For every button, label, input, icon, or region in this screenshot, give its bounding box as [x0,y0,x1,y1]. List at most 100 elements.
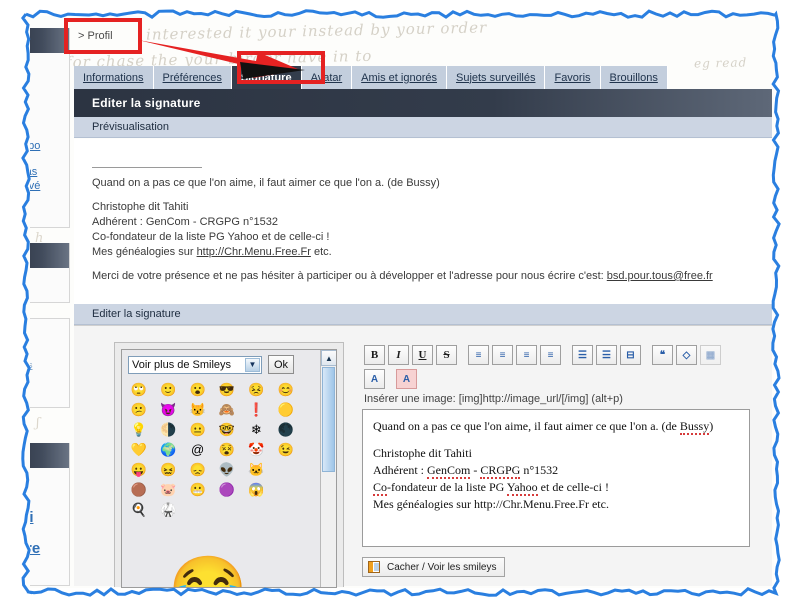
chevron-up-icon[interactable]: ▲ [321,350,337,366]
smiley-32[interactable]: 😬 [189,481,207,499]
smiley-36[interactable]: 🍳 [130,501,148,519]
align-justify-button[interactable]: ≡ [540,345,561,365]
smiley-1[interactable]: 🙂 [159,381,177,399]
panel-toggle-icon [368,561,380,573]
sidebar-link-9[interactable]: te [30,527,69,539]
smiley-28[interactable]: 🐱 [247,461,265,479]
smiley-11[interactable]: 🟡 [277,401,295,419]
smiley-33[interactable]: 🟣 [218,481,236,499]
smiley-select[interactable]: Voir plus de Smileys ▼ [128,356,262,374]
sidebar-link-4[interactable]: Hervé [30,179,69,193]
breadcrumb-label[interactable]: Profil [88,30,113,42]
preview-line-6: Merci de votre présence et ne pas hésite… [92,269,754,284]
table-button[interactable]: ▦ [700,345,721,365]
tab-favoris[interactable]: Favoris [545,66,600,89]
sidebar-link-c[interactable]: c [30,280,69,292]
preview-genealogy-link[interactable]: http://Chr.Menu.Free.Fr [197,246,311,258]
smiley-21[interactable]: 😵 [218,441,236,459]
sidebar-link-7[interactable]: ce [30,496,69,508]
preview-line-6-prefix: Merci de votre présence et ne pas hésite… [92,270,607,282]
smiley-select-value: Voir plus de Smileys [132,359,231,371]
numbered-list-button[interactable]: ☰ [596,345,617,365]
smiley-26[interactable]: 😞 [189,461,207,479]
sidebar-link-10[interactable]: rbre [30,539,69,558]
smiley-5[interactable]: 😊 [277,381,295,399]
italic-button[interactable]: I [388,345,409,365]
bbcode-editor: B I U S ≡ ≡ ≡ ≡ ☰ ☰ ⊟ ❝ ◇ ▦ AA Insérer une image: [im… [362,342,762,587]
smiley-30[interactable]: 🟤 [130,481,148,499]
scrollbar-thumb[interactable] [322,367,335,472]
code-button[interactable]: ◇ [676,345,697,365]
smiley-14[interactable]: 😐 [189,421,207,439]
sidebar-link-1[interactable]: m [30,125,69,139]
indent-button[interactable]: ⊟ [620,345,641,365]
smiley-39 [218,501,236,519]
smiley-37[interactable]: 🥋 [159,501,177,519]
smiley-12[interactable]: 💡 [130,421,148,439]
smiley-8[interactable]: 😾 [189,401,207,419]
tab-brouillons[interactable]: Brouillons [601,66,668,89]
remove-format-button[interactable]: A [364,369,385,389]
tab-amis-et-ignores[interactable]: Amis et ignorés [352,66,447,89]
smiley-38 [189,501,207,519]
smiley-24[interactable]: 😛 [130,461,148,479]
smiley-13[interactable]: 🌗 [159,421,177,439]
smiley-25[interactable]: 😖 [159,461,177,479]
smiley-41 [277,501,295,519]
sidebar-block-2: c [30,243,70,303]
smiley-34[interactable]: 😱 [247,481,265,499]
smiley-ok-button[interactable]: Ok [268,355,294,374]
strike-button[interactable]: S [436,345,457,365]
quote-button[interactable]: ❝ [652,345,673,365]
smiley-6[interactable]: 😕 [130,401,148,419]
smiley-10[interactable]: ❗ [247,401,265,419]
sidebar-link-0[interactable]: e [30,113,69,125]
breadcrumb[interactable]: > Profil [78,30,113,42]
sidebar-block-4-header [30,443,69,468]
sidebar-link-6[interactable]: he [30,383,69,395]
sidebar-link-5[interactable]: ultats [30,359,69,371]
smiley-2[interactable]: 😮 [189,381,207,399]
panel-title: Editer la signature [74,89,772,117]
smiley-22[interactable]: 🤡 [247,441,265,459]
sidebar-link-3[interactable]: édias [30,165,69,179]
tab-sujets-surveilles[interactable]: Sujets surveillés [447,66,545,89]
align-right-button[interactable]: ≡ [516,345,537,365]
tab-informations[interactable]: Informations [74,66,154,89]
smiley-3[interactable]: 😎 [218,381,236,399]
sidebar-link-2[interactable]: Jimbo [30,139,69,153]
chevron-down-icon[interactable]: ▼ [245,358,260,372]
smiley-7[interactable]: 😈 [159,401,177,419]
preview-email-link[interactable]: bsd.pour.tous@free.fr [607,270,713,282]
underline-button[interactable]: U [412,345,433,365]
tab-avatar[interactable]: Avatar [302,66,353,89]
smiley-17[interactable]: 🌑 [277,421,295,439]
smiley-20[interactable]: @ [189,441,207,459]
align-center-button[interactable]: ≡ [492,345,513,365]
tab-signature[interactable]: Signature [232,66,302,89]
smiley-27[interactable]: 👽 [218,461,236,479]
sidebar-link-12[interactable]: ettre [30,577,69,586]
smiley-scrollbar[interactable]: ▲ [320,350,336,587]
bullet-list-button[interactable]: ☰ [572,345,593,365]
signature-textarea[interactable]: Quand on a pas ce que l'on aime, il faut… [362,409,750,547]
bold-button[interactable]: B [364,345,385,365]
smiley-23[interactable]: 😉 [277,441,295,459]
sidebar-block-1: e m Jimbo édias Hervé [30,28,70,228]
smiley-18[interactable]: 💛 [130,441,148,459]
smiley-19[interactable]: 🌍 [159,441,177,459]
align-left-button[interactable]: ≡ [468,345,489,365]
smiley-16[interactable]: ❄ [247,421,265,439]
smiley-9[interactable]: 🙈 [218,401,236,419]
smiley-15[interactable]: 🤓 [218,421,236,439]
sidebar-link-8[interactable]: hiti [30,508,69,527]
smiley-31[interactable]: 🐷 [159,481,177,499]
breadcrumb-prefix: > [78,30,84,42]
sidebar-link-11[interactable]: us [30,558,69,577]
font-size-button[interactable]: A [396,369,417,389]
smiley-0[interactable]: 🙄 [130,381,148,399]
toggle-smileys-button[interactable]: Cacher / Voir les smileys [362,557,505,577]
tab-preferences[interactable]: Préférences [154,66,232,89]
textarea-line-4: Co-fondateur de la liste PG Yahoo et de … [373,479,739,496]
smiley-4[interactable]: 😣 [247,381,265,399]
